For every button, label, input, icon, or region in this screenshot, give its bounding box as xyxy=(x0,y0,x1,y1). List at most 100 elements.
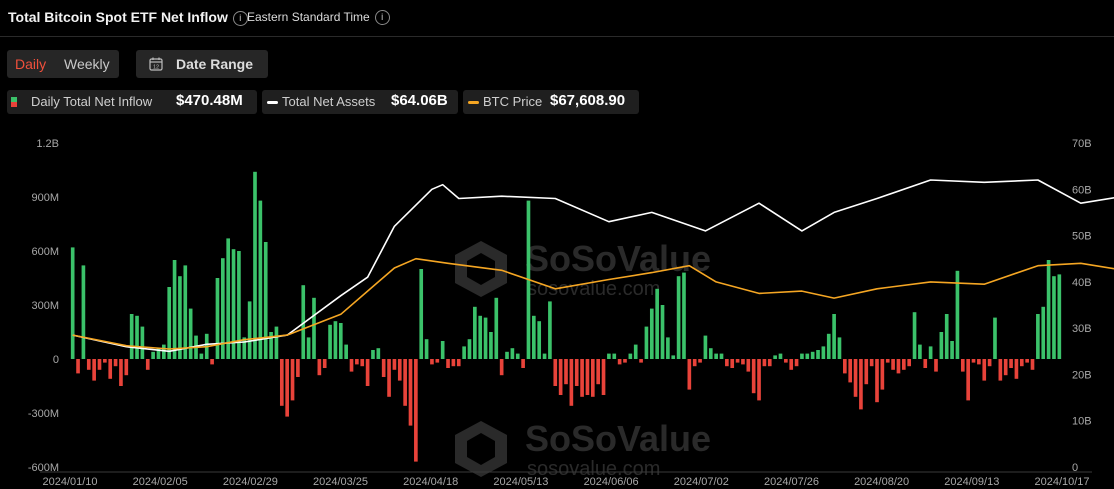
timezone-label[interactable]: Eastern Standard Time i xyxy=(247,10,390,25)
inflow-bar xyxy=(623,359,627,363)
inflow-bar xyxy=(430,359,434,365)
inflow-bar xyxy=(397,359,402,381)
inflow-bar xyxy=(558,359,563,395)
inflow-bar xyxy=(805,353,810,359)
inflow-bar xyxy=(333,321,338,359)
y-right-tick: 70B xyxy=(1072,138,1092,150)
inflow-bar xyxy=(226,238,231,359)
inflow-bar xyxy=(601,359,606,395)
x-tick: 2024/08/20 xyxy=(854,476,909,488)
inflow-bar xyxy=(419,269,424,359)
inflow-bar xyxy=(928,346,933,359)
inflow-bar xyxy=(666,337,670,359)
page-title-text: Total Bitcoin Spot ETF Net Inflow xyxy=(8,9,228,25)
inflow-bar xyxy=(950,341,954,359)
inflow-bar xyxy=(692,359,697,367)
inflow-bar xyxy=(381,359,386,377)
date-range-button[interactable]: 12 Date Range xyxy=(136,50,268,78)
inflow-bar xyxy=(258,200,263,359)
inflow-bar xyxy=(757,359,761,401)
inflow-bar xyxy=(306,337,311,359)
watermark-logo-1: SoSoValuesosovalue.com xyxy=(455,418,711,480)
inflow-bar xyxy=(1003,359,1008,376)
inflow-bar xyxy=(590,359,595,397)
inflow-bar xyxy=(794,359,799,367)
inflow-bar xyxy=(494,297,499,359)
inflow-bar xyxy=(585,359,590,395)
inflow-bar xyxy=(987,359,992,367)
inflow-bar xyxy=(317,359,322,376)
legend-btc[interactable]: BTC Price $67,608.90 xyxy=(463,90,639,114)
inflow-bar xyxy=(103,359,107,363)
inflow-bar xyxy=(129,314,134,359)
inflow-bar xyxy=(885,359,890,363)
inflow-bar xyxy=(456,359,461,367)
inflow-bar xyxy=(719,353,724,359)
inflow-bar xyxy=(548,301,552,359)
inflow-bar xyxy=(859,359,863,410)
inflow-bar xyxy=(76,359,80,374)
x-tick: 2024/01/10 xyxy=(42,476,97,488)
inflow-bar xyxy=(934,359,938,372)
inflow-bar xyxy=(322,359,327,368)
inflow-bar xyxy=(392,359,397,370)
inflow-bar xyxy=(580,359,584,397)
daily-tab[interactable]: Daily xyxy=(15,56,46,72)
inflow-bar xyxy=(92,359,96,381)
inflow-bar xyxy=(703,335,708,359)
inflow-bar xyxy=(328,324,332,359)
x-tick: 2024/05/13 xyxy=(493,476,548,488)
inflow-bar xyxy=(296,359,300,377)
y-left-tick: 300M xyxy=(31,300,59,312)
inflow-bar xyxy=(424,339,429,359)
inflow-bar xyxy=(462,346,466,359)
inflow-bar xyxy=(510,348,515,359)
weekly-tab[interactable]: Weekly xyxy=(64,56,110,72)
inflow-chart[interactable]: SoSoValuesosovalue.comSoSoValuesosovalue… xyxy=(0,130,1114,489)
calendar-day-text: 12 xyxy=(153,65,159,71)
inflow-bar xyxy=(628,353,633,359)
inflow-bar xyxy=(349,359,354,372)
y-left-tick: 0 xyxy=(53,354,59,366)
inflow-bar xyxy=(290,359,295,401)
inflow-bar xyxy=(676,276,681,359)
inflow-bar xyxy=(767,359,772,367)
chart-header: Total Bitcoin Spot ETF Net Inflow i Easte… xyxy=(0,0,1114,37)
inflow-bar xyxy=(532,315,536,359)
inflow-bar xyxy=(172,260,177,359)
inflow-bar xyxy=(708,348,713,359)
date-range-label: Date Range xyxy=(176,56,254,72)
info-icon[interactable]: i xyxy=(232,11,248,26)
x-tick: 2024/02/29 xyxy=(223,476,278,488)
legend-inflow[interactable]: Daily Total Net Inflow $470.48M xyxy=(7,90,257,114)
legend-inflow-value: $470.48M xyxy=(176,92,243,109)
inflow-bar xyxy=(344,344,348,359)
inflow-bar xyxy=(387,359,391,397)
inflow-bar xyxy=(338,323,343,359)
y-right-tick: 60B xyxy=(1072,184,1092,196)
timezone-info-icon[interactable]: i xyxy=(374,10,390,25)
inflow-bar xyxy=(778,353,783,359)
inflow-bar xyxy=(446,359,450,368)
inflow-bar xyxy=(977,359,981,365)
legend-assets[interactable]: Total Net Assets $64.06B xyxy=(262,90,458,114)
watermark-url: sosovalue.com xyxy=(527,278,660,300)
inflow-bar xyxy=(1052,276,1056,359)
inflow-bar xyxy=(151,351,155,359)
inflow-bar xyxy=(633,344,638,359)
inflow-bar xyxy=(97,359,102,370)
inflow-bar xyxy=(365,359,370,386)
inflow-bar xyxy=(183,265,188,359)
inflow-bar xyxy=(971,359,976,363)
inflow-bar xyxy=(617,359,622,365)
inflow-bar xyxy=(869,359,874,367)
inflow-bar xyxy=(440,341,445,359)
y-left-tick: 600M xyxy=(31,246,59,258)
legend-inflow-label: Daily Total Net Inflow xyxy=(31,94,153,109)
inflow-bar xyxy=(816,350,820,359)
y-right-tick: 30B xyxy=(1072,323,1092,335)
inflow-bar xyxy=(135,315,139,359)
inflow-bar xyxy=(478,315,483,359)
inflow-bar xyxy=(499,359,504,376)
inflow-bar xyxy=(1025,359,1029,363)
